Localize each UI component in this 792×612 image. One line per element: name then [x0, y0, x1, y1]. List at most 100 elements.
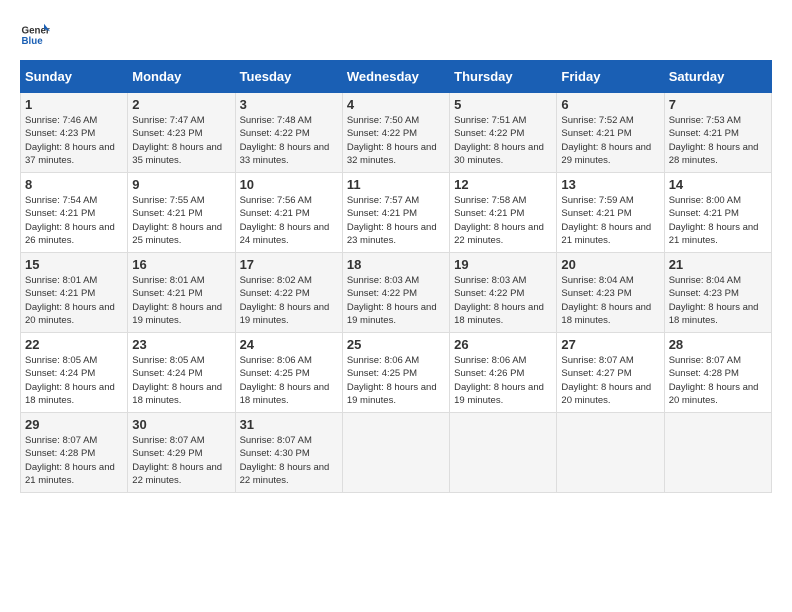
table-row: 22 Sunrise: 8:05 AM Sunset: 4:24 PM Dayl…: [21, 333, 128, 413]
cell-info: Sunrise: 7:55 AM Sunset: 4:21 PM Dayligh…: [132, 194, 230, 247]
col-tuesday: Tuesday: [235, 61, 342, 93]
day-number: 6: [561, 97, 659, 112]
table-row: 17 Sunrise: 8:02 AM Sunset: 4:22 PM Dayl…: [235, 253, 342, 333]
day-number: 29: [25, 417, 123, 432]
cell-info: Sunrise: 8:04 AM Sunset: 4:23 PM Dayligh…: [561, 274, 659, 327]
day-number: 11: [347, 177, 445, 192]
cell-info: Sunrise: 8:07 AM Sunset: 4:30 PM Dayligh…: [240, 434, 338, 487]
cell-info: Sunrise: 7:59 AM Sunset: 4:21 PM Dayligh…: [561, 194, 659, 247]
cell-info: Sunrise: 7:46 AM Sunset: 4:23 PM Dayligh…: [25, 114, 123, 167]
day-number: 27: [561, 337, 659, 352]
day-number: 7: [669, 97, 767, 112]
table-row: 14 Sunrise: 8:00 AM Sunset: 4:21 PM Dayl…: [664, 173, 771, 253]
table-row: 27 Sunrise: 8:07 AM Sunset: 4:27 PM Dayl…: [557, 333, 664, 413]
table-row: 29 Sunrise: 8:07 AM Sunset: 4:28 PM Dayl…: [21, 413, 128, 493]
day-number: 30: [132, 417, 230, 432]
cell-info: Sunrise: 7:52 AM Sunset: 4:21 PM Dayligh…: [561, 114, 659, 167]
table-row: 6 Sunrise: 7:52 AM Sunset: 4:21 PM Dayli…: [557, 93, 664, 173]
cell-info: Sunrise: 8:01 AM Sunset: 4:21 PM Dayligh…: [132, 274, 230, 327]
col-saturday: Saturday: [664, 61, 771, 93]
day-number: 9: [132, 177, 230, 192]
cell-info: Sunrise: 7:48 AM Sunset: 4:22 PM Dayligh…: [240, 114, 338, 167]
logo-icon: General Blue: [20, 20, 50, 50]
day-number: 25: [347, 337, 445, 352]
table-row: 31 Sunrise: 8:07 AM Sunset: 4:30 PM Dayl…: [235, 413, 342, 493]
cell-info: Sunrise: 8:06 AM Sunset: 4:25 PM Dayligh…: [240, 354, 338, 407]
day-number: 3: [240, 97, 338, 112]
cell-info: Sunrise: 7:57 AM Sunset: 4:21 PM Dayligh…: [347, 194, 445, 247]
table-row: 20 Sunrise: 8:04 AM Sunset: 4:23 PM Dayl…: [557, 253, 664, 333]
header-row: Sunday Monday Tuesday Wednesday Thursday…: [21, 61, 772, 93]
cell-info: Sunrise: 8:07 AM Sunset: 4:28 PM Dayligh…: [669, 354, 767, 407]
table-row: 16 Sunrise: 8:01 AM Sunset: 4:21 PM Dayl…: [128, 253, 235, 333]
day-number: 19: [454, 257, 552, 272]
day-number: 16: [132, 257, 230, 272]
calendar-row: 8 Sunrise: 7:54 AM Sunset: 4:21 PM Dayli…: [21, 173, 772, 253]
svg-text:Blue: Blue: [22, 36, 44, 47]
cell-info: Sunrise: 8:05 AM Sunset: 4:24 PM Dayligh…: [25, 354, 123, 407]
day-number: 12: [454, 177, 552, 192]
day-number: 26: [454, 337, 552, 352]
cell-info: Sunrise: 8:00 AM Sunset: 4:21 PM Dayligh…: [669, 194, 767, 247]
table-row: 10 Sunrise: 7:56 AM Sunset: 4:21 PM Dayl…: [235, 173, 342, 253]
cell-info: Sunrise: 8:05 AM Sunset: 4:24 PM Dayligh…: [132, 354, 230, 407]
cell-info: Sunrise: 8:07 AM Sunset: 4:27 PM Dayligh…: [561, 354, 659, 407]
cell-info: Sunrise: 8:03 AM Sunset: 4:22 PM Dayligh…: [347, 274, 445, 327]
table-row: 30 Sunrise: 8:07 AM Sunset: 4:29 PM Dayl…: [128, 413, 235, 493]
cell-info: Sunrise: 7:54 AM Sunset: 4:21 PM Dayligh…: [25, 194, 123, 247]
logo: General Blue: [20, 20, 54, 50]
table-row: 18 Sunrise: 8:03 AM Sunset: 4:22 PM Dayl…: [342, 253, 449, 333]
table-row: 19 Sunrise: 8:03 AM Sunset: 4:22 PM Dayl…: [450, 253, 557, 333]
col-thursday: Thursday: [450, 61, 557, 93]
cell-info: Sunrise: 7:58 AM Sunset: 4:21 PM Dayligh…: [454, 194, 552, 247]
cell-info: Sunrise: 7:47 AM Sunset: 4:23 PM Dayligh…: [132, 114, 230, 167]
page-header: General Blue: [20, 20, 772, 50]
cell-info: Sunrise: 8:02 AM Sunset: 4:22 PM Dayligh…: [240, 274, 338, 327]
table-row: [450, 413, 557, 493]
col-sunday: Sunday: [21, 61, 128, 93]
day-number: 21: [669, 257, 767, 272]
table-row: 7 Sunrise: 7:53 AM Sunset: 4:21 PM Dayli…: [664, 93, 771, 173]
cell-info: Sunrise: 8:06 AM Sunset: 4:26 PM Dayligh…: [454, 354, 552, 407]
day-number: 20: [561, 257, 659, 272]
table-row: 4 Sunrise: 7:50 AM Sunset: 4:22 PM Dayli…: [342, 93, 449, 173]
cell-info: Sunrise: 7:53 AM Sunset: 4:21 PM Dayligh…: [669, 114, 767, 167]
day-number: 5: [454, 97, 552, 112]
table-row: 9 Sunrise: 7:55 AM Sunset: 4:21 PM Dayli…: [128, 173, 235, 253]
cell-info: Sunrise: 7:56 AM Sunset: 4:21 PM Dayligh…: [240, 194, 338, 247]
day-number: 1: [25, 97, 123, 112]
day-number: 2: [132, 97, 230, 112]
table-row: 12 Sunrise: 7:58 AM Sunset: 4:21 PM Dayl…: [450, 173, 557, 253]
day-number: 10: [240, 177, 338, 192]
table-row: [342, 413, 449, 493]
table-row: 24 Sunrise: 8:06 AM Sunset: 4:25 PM Dayl…: [235, 333, 342, 413]
calendar-row: 29 Sunrise: 8:07 AM Sunset: 4:28 PM Dayl…: [21, 413, 772, 493]
table-row: 8 Sunrise: 7:54 AM Sunset: 4:21 PM Dayli…: [21, 173, 128, 253]
table-row: 21 Sunrise: 8:04 AM Sunset: 4:23 PM Dayl…: [664, 253, 771, 333]
table-row: 25 Sunrise: 8:06 AM Sunset: 4:25 PM Dayl…: [342, 333, 449, 413]
cell-info: Sunrise: 8:07 AM Sunset: 4:29 PM Dayligh…: [132, 434, 230, 487]
table-row: 5 Sunrise: 7:51 AM Sunset: 4:22 PM Dayli…: [450, 93, 557, 173]
table-row: [664, 413, 771, 493]
col-friday: Friday: [557, 61, 664, 93]
day-number: 13: [561, 177, 659, 192]
table-row: 11 Sunrise: 7:57 AM Sunset: 4:21 PM Dayl…: [342, 173, 449, 253]
cell-info: Sunrise: 7:50 AM Sunset: 4:22 PM Dayligh…: [347, 114, 445, 167]
table-row: 2 Sunrise: 7:47 AM Sunset: 4:23 PM Dayli…: [128, 93, 235, 173]
table-row: 26 Sunrise: 8:06 AM Sunset: 4:26 PM Dayl…: [450, 333, 557, 413]
cell-info: Sunrise: 8:07 AM Sunset: 4:28 PM Dayligh…: [25, 434, 123, 487]
day-number: 15: [25, 257, 123, 272]
day-number: 17: [240, 257, 338, 272]
cell-info: Sunrise: 8:03 AM Sunset: 4:22 PM Dayligh…: [454, 274, 552, 327]
col-wednesday: Wednesday: [342, 61, 449, 93]
calendar-body: 1 Sunrise: 7:46 AM Sunset: 4:23 PM Dayli…: [21, 93, 772, 493]
table-row: 28 Sunrise: 8:07 AM Sunset: 4:28 PM Dayl…: [664, 333, 771, 413]
table-row: 13 Sunrise: 7:59 AM Sunset: 4:21 PM Dayl…: [557, 173, 664, 253]
table-row: 1 Sunrise: 7:46 AM Sunset: 4:23 PM Dayli…: [21, 93, 128, 173]
day-number: 8: [25, 177, 123, 192]
table-row: 23 Sunrise: 8:05 AM Sunset: 4:24 PM Dayl…: [128, 333, 235, 413]
calendar-row: 15 Sunrise: 8:01 AM Sunset: 4:21 PM Dayl…: [21, 253, 772, 333]
calendar-row: 22 Sunrise: 8:05 AM Sunset: 4:24 PM Dayl…: [21, 333, 772, 413]
day-number: 18: [347, 257, 445, 272]
table-row: [557, 413, 664, 493]
